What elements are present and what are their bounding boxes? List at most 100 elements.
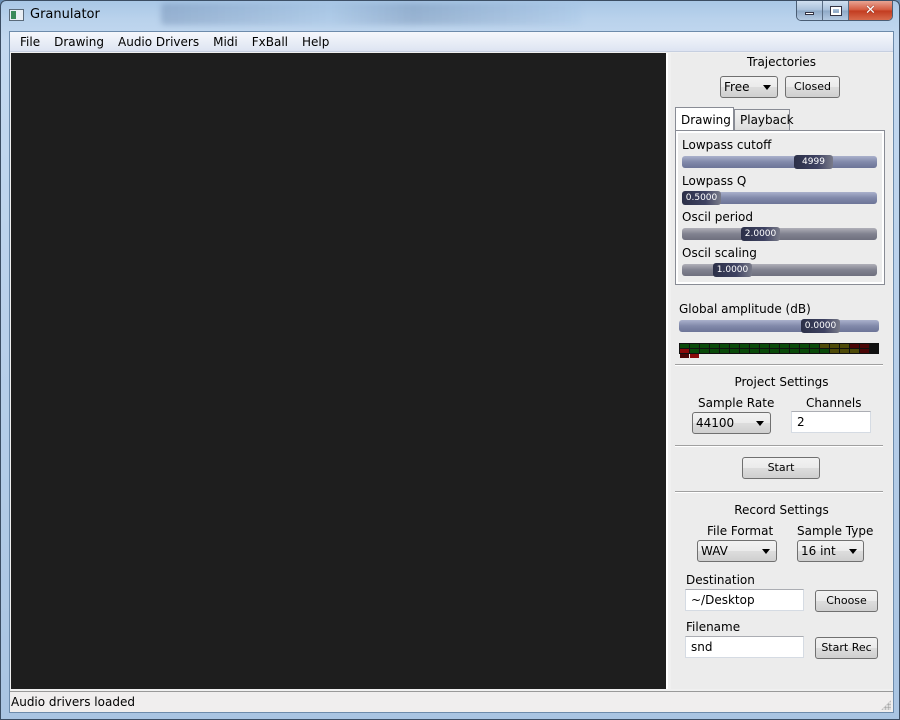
window-controls: ✕ bbox=[796, 1, 893, 21]
channels-input[interactable]: 2 bbox=[791, 411, 871, 433]
meter-segment bbox=[720, 349, 729, 353]
sample-type-value: 16 int bbox=[801, 544, 836, 558]
status-bar: Audio drivers loaded bbox=[10, 691, 893, 712]
file-format-value: WAV bbox=[701, 544, 728, 558]
oscil-scaling-slider[interactable]: 1.0000 bbox=[682, 263, 877, 277]
filename-label: Filename bbox=[686, 620, 741, 634]
tab-drawing[interactable]: Drawing bbox=[675, 107, 734, 130]
choose-button[interactable]: Choose bbox=[815, 590, 878, 612]
meter-segment bbox=[690, 349, 699, 353]
meter-segment bbox=[730, 344, 739, 348]
closed-button[interactable]: Closed bbox=[785, 76, 840, 98]
meter-segment bbox=[860, 344, 869, 348]
project-settings-heading: Project Settings bbox=[734, 375, 829, 389]
meter-segment bbox=[690, 354, 699, 358]
meter-segment bbox=[690, 344, 699, 348]
menu-drawing[interactable]: Drawing bbox=[47, 33, 111, 51]
meter-segment bbox=[680, 354, 689, 358]
trajectory-mode-select[interactable]: Free bbox=[720, 76, 778, 98]
chevron-down-icon bbox=[762, 549, 770, 554]
sample-type-select[interactable]: 16 int bbox=[797, 540, 864, 562]
slider-handle[interactable]: 0.0000 bbox=[801, 319, 840, 333]
divider bbox=[675, 364, 883, 366]
menu-audio-drivers[interactable]: Audio Drivers bbox=[111, 33, 206, 51]
meter-segment bbox=[790, 344, 799, 348]
lowpass-cutoff-slider[interactable]: 4999 bbox=[682, 155, 877, 169]
meter-segment bbox=[720, 344, 729, 348]
menu-midi[interactable]: Midi bbox=[206, 33, 245, 51]
slider-handle[interactable]: 0.5000 bbox=[682, 191, 721, 205]
meter-segment bbox=[740, 344, 749, 348]
slider-handle[interactable]: 2.0000 bbox=[741, 227, 780, 241]
destination-label: Destination bbox=[686, 573, 755, 587]
start-button[interactable]: Start bbox=[742, 457, 820, 479]
resize-grip-icon[interactable] bbox=[881, 700, 891, 710]
meter-segment bbox=[840, 349, 849, 353]
meter-segment bbox=[800, 349, 809, 353]
menu-fxball[interactable]: FxBall bbox=[245, 33, 295, 51]
divider bbox=[675, 491, 883, 493]
chevron-down-icon bbox=[763, 85, 771, 90]
meter-segment bbox=[840, 344, 849, 348]
meter-segment bbox=[770, 344, 779, 348]
meter-segment bbox=[780, 349, 789, 353]
trajectory-mode-value: Free bbox=[724, 80, 750, 94]
sample-rate-value: 44100 bbox=[696, 416, 735, 430]
meter-segment bbox=[820, 349, 829, 353]
tab-playback[interactable]: Playback bbox=[734, 109, 794, 131]
lowpass-q-label: Lowpass Q bbox=[682, 174, 747, 188]
app-window: Granulator ✕ File Drawing Audio Drivers … bbox=[0, 0, 900, 720]
menu-file[interactable]: File bbox=[13, 33, 47, 51]
close-button[interactable]: ✕ bbox=[849, 1, 892, 20]
title-bar[interactable]: Granulator ✕ bbox=[1, 1, 900, 31]
meter-segment bbox=[760, 344, 769, 348]
oscil-period-slider[interactable]: 2.0000 bbox=[682, 227, 877, 241]
meter-segment bbox=[770, 349, 779, 353]
start-rec-button[interactable]: Start Rec bbox=[815, 637, 878, 659]
menu-bar: File Drawing Audio Drivers Midi FxBall H… bbox=[10, 32, 893, 52]
divider bbox=[675, 445, 883, 447]
global-amplitude-slider[interactable]: 0.0000 bbox=[679, 319, 879, 333]
minimize-icon bbox=[805, 12, 814, 15]
trajectories-heading: Trajectories bbox=[746, 55, 817, 69]
file-format-select[interactable]: WAV bbox=[697, 540, 777, 562]
meter-segment bbox=[830, 344, 839, 348]
drawing-tab-pane: Lowpass cutoff 4999 Lowpass Q 0.5000 Osc… bbox=[675, 130, 885, 285]
meter-segment bbox=[810, 344, 819, 348]
slider-handle[interactable]: 1.0000 bbox=[713, 263, 752, 277]
lowpass-cutoff-label: Lowpass cutoff bbox=[682, 138, 772, 152]
destination-input[interactable]: ~/Desktop bbox=[685, 589, 804, 611]
drawing-canvas[interactable] bbox=[11, 53, 668, 689]
meter-segment bbox=[750, 349, 759, 353]
chevron-down-icon bbox=[756, 421, 764, 426]
meter-segment bbox=[680, 349, 689, 353]
filename-input[interactable]: snd bbox=[685, 636, 804, 658]
oscil-scaling-label: Oscil scaling bbox=[682, 246, 757, 260]
maximize-button[interactable] bbox=[823, 1, 849, 20]
app-icon bbox=[9, 9, 24, 21]
maximize-icon bbox=[829, 5, 842, 16]
meter-segment bbox=[700, 344, 709, 348]
slider-handle[interactable]: 4999 bbox=[794, 155, 833, 169]
meter-segment bbox=[750, 344, 759, 348]
channels-label: Channels bbox=[806, 396, 862, 410]
meter-segment bbox=[850, 349, 859, 353]
meter-segment bbox=[800, 344, 809, 348]
meter-segment bbox=[860, 349, 869, 353]
client-area: File Drawing Audio Drivers Midi FxBall H… bbox=[9, 31, 894, 713]
oscil-period-label: Oscil period bbox=[682, 210, 754, 224]
lowpass-q-slider[interactable]: 0.5000 bbox=[682, 191, 877, 205]
meter-segment bbox=[700, 349, 709, 353]
global-amplitude-label: Global amplitude (dB) bbox=[679, 302, 811, 316]
sample-rate-select[interactable]: 44100 bbox=[692, 412, 771, 434]
meter-segment bbox=[760, 349, 769, 353]
meter-segment bbox=[830, 349, 839, 353]
window-title: Granulator bbox=[30, 7, 100, 22]
meter-segment bbox=[790, 349, 799, 353]
menu-help[interactable]: Help bbox=[295, 33, 336, 51]
chevron-down-icon bbox=[849, 549, 857, 554]
meter-segment bbox=[730, 349, 739, 353]
sample-type-label: Sample Type bbox=[797, 524, 874, 538]
minimize-button[interactable] bbox=[797, 1, 823, 20]
meter-segment bbox=[850, 344, 859, 348]
